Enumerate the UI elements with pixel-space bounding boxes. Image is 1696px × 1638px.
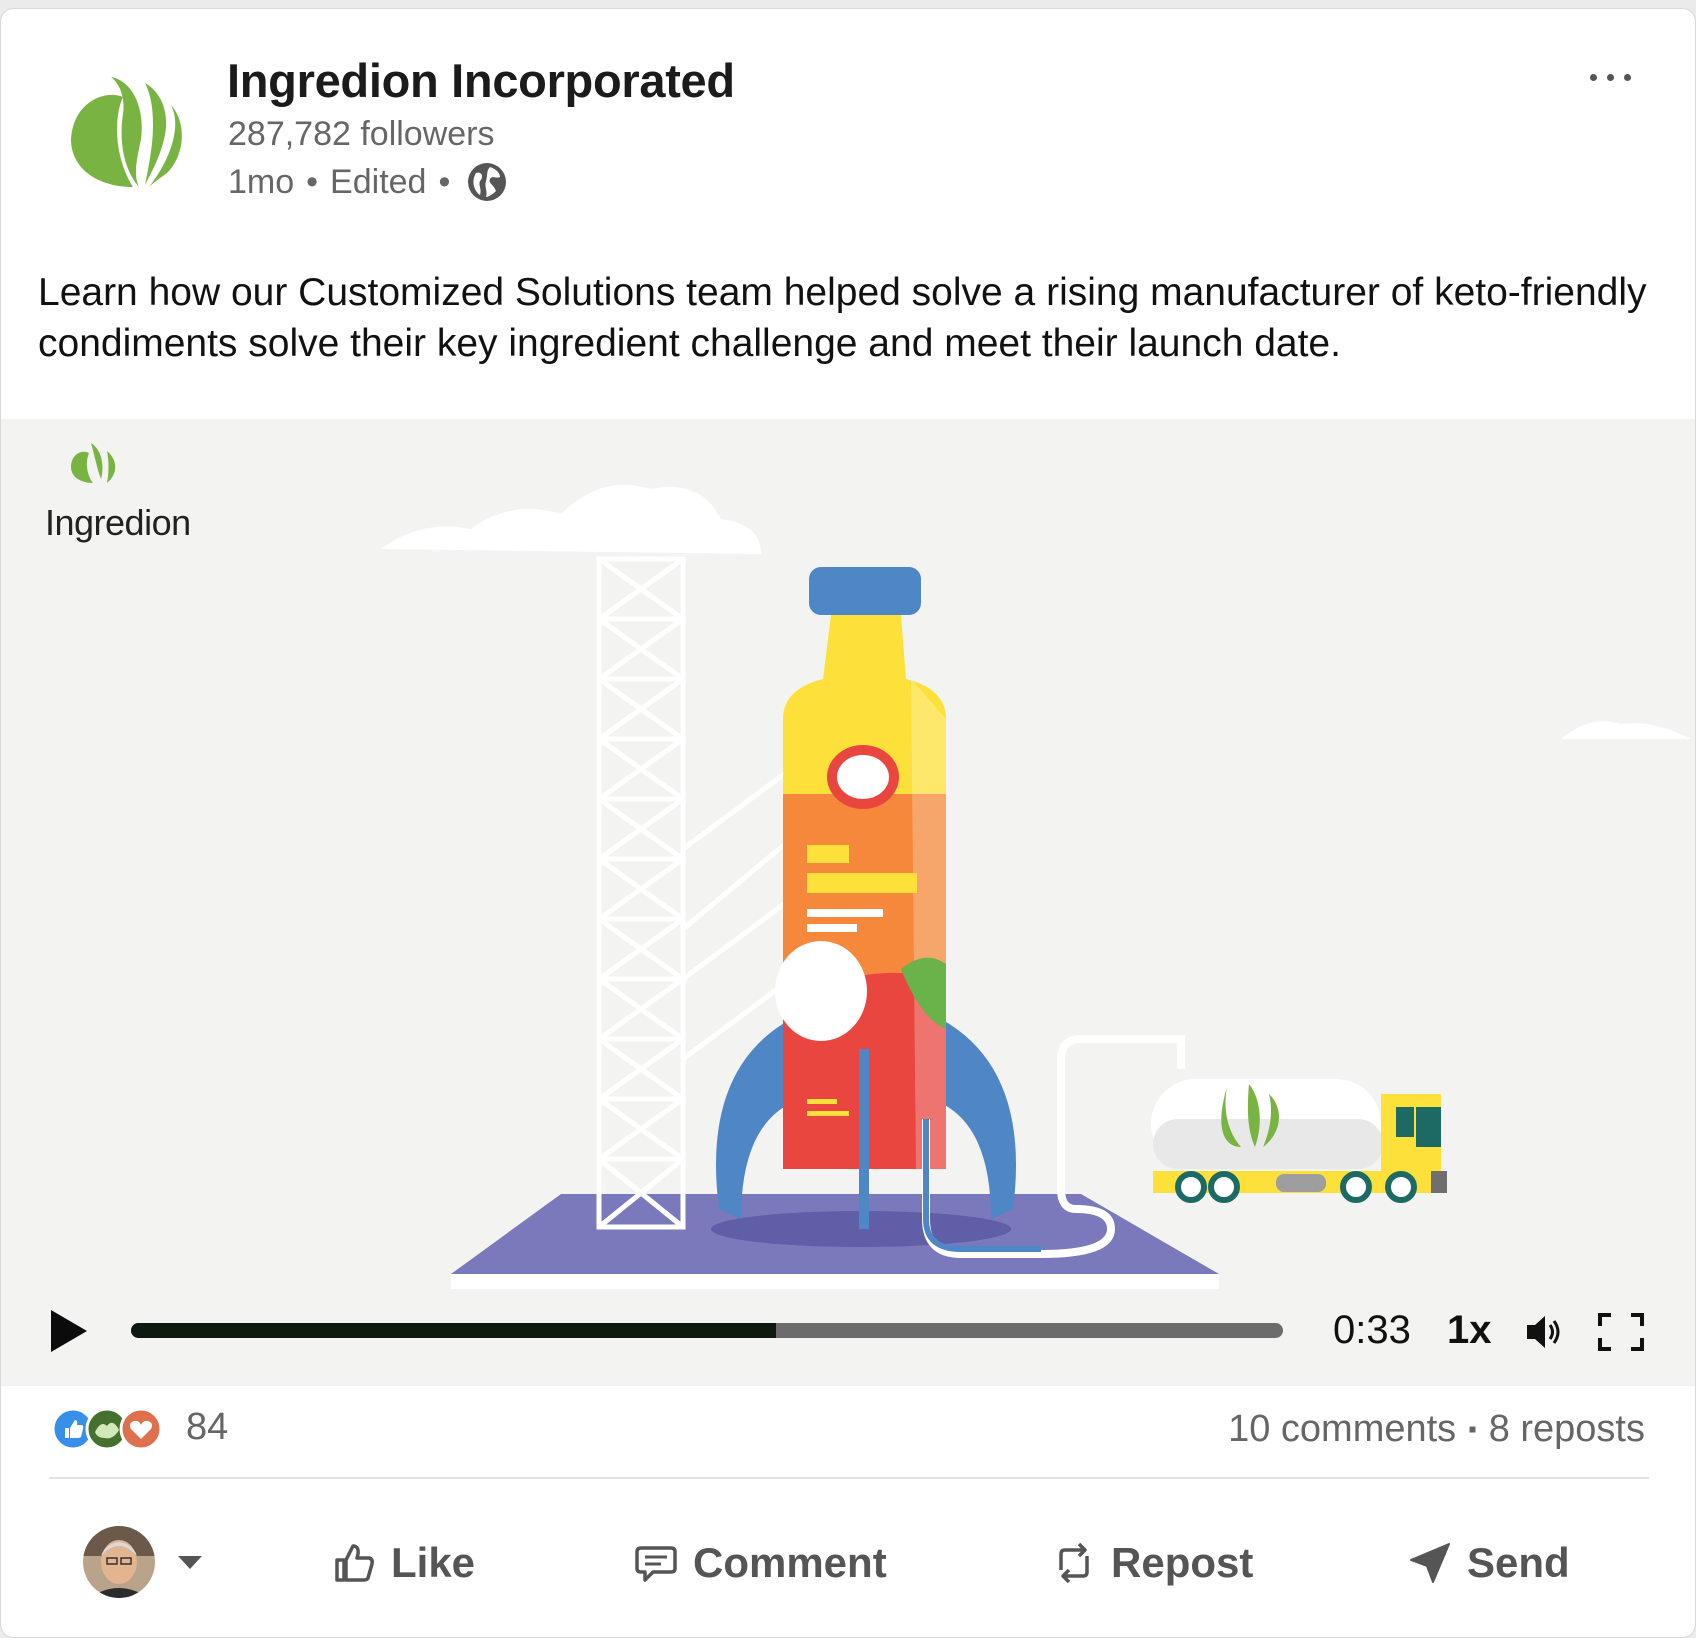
video-progress-played xyxy=(131,1323,777,1338)
meta-separator: • xyxy=(306,162,319,201)
reposts-count-link[interactable]: 8 reposts xyxy=(1489,1408,1645,1451)
comment-repost-counts: 10 comments ▪ 8 reposts xyxy=(1228,1408,1645,1451)
more-options-icon[interactable] xyxy=(1575,57,1645,97)
reactions-icons[interactable] xyxy=(51,1406,171,1452)
edited-label: Edited xyxy=(330,162,427,201)
feed-post-card: Ingredion Incorporated 287,782 followers… xyxy=(0,8,1696,1638)
like-label: Like xyxy=(391,1539,476,1586)
globe-icon xyxy=(468,163,507,201)
comment-label: Comment xyxy=(693,1539,887,1586)
comments-count-link[interactable]: 10 comments xyxy=(1228,1408,1456,1451)
video-controls: 0:33 1x xyxy=(1,1286,1695,1386)
social-counts: 84 10 comments ▪ 8 reposts xyxy=(1,1386,1695,1478)
video-progress-bar[interactable] xyxy=(131,1323,1283,1338)
post-age: 1mo xyxy=(228,162,295,201)
video-brand-watermark: Ingredion xyxy=(45,502,191,543)
company-logo[interactable] xyxy=(63,69,193,199)
repost-button[interactable]: Repost xyxy=(1051,1528,1253,1598)
fullscreen-icon[interactable] xyxy=(1597,1312,1645,1352)
like-button[interactable]: Like xyxy=(331,1528,475,1598)
repost-label: Repost xyxy=(1111,1539,1254,1586)
divider xyxy=(49,1477,1649,1479)
user-avatar[interactable] xyxy=(83,1526,155,1598)
playback-speed-button[interactable]: 1x xyxy=(1447,1308,1492,1353)
video-time: 0:33 xyxy=(1333,1308,1411,1352)
volume-icon[interactable] xyxy=(1523,1310,1567,1354)
play-icon[interactable] xyxy=(47,1306,91,1356)
send-label: Send xyxy=(1467,1539,1570,1586)
comment-icon xyxy=(635,1546,677,1582)
send-button[interactable]: Send xyxy=(1407,1528,1570,1598)
send-icon xyxy=(1410,1543,1450,1583)
chevron-down-icon[interactable] xyxy=(175,1552,205,1572)
meta-separator: • xyxy=(438,162,451,201)
reaction-count[interactable]: 84 xyxy=(186,1406,228,1449)
post-meta: 1mo • Edited • xyxy=(228,161,508,203)
video-player[interactable]: Ingredion 0:33 1x xyxy=(1,419,1695,1386)
video-frame-illustration xyxy=(71,443,1691,1289)
post-text: Learn how our Customized Solutions team … xyxy=(38,271,1647,365)
thumbs-up-icon xyxy=(335,1544,374,1582)
stats-separator: ▪ xyxy=(1468,1415,1477,1443)
company-name-link[interactable]: Ingredion Incorporated xyxy=(227,53,735,108)
follower-count: 287,782 followers xyxy=(228,115,495,153)
repost-icon xyxy=(1059,1542,1089,1584)
comment-button[interactable]: Comment xyxy=(633,1528,887,1598)
post-action-bar: Like Comment Repost Send xyxy=(1,1514,1695,1614)
